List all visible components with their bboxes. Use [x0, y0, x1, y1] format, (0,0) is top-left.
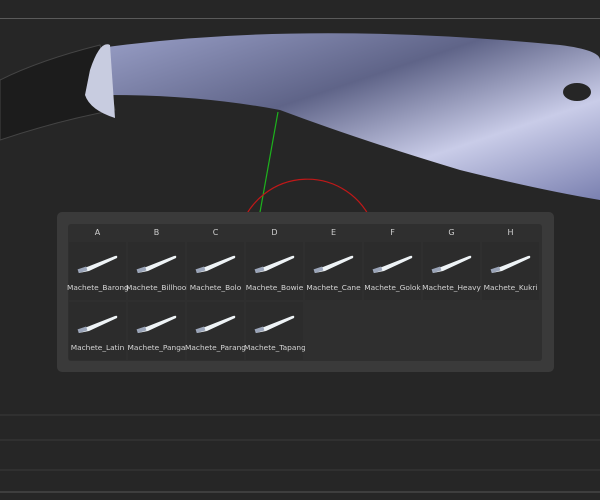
asset-item[interactable]: Machete_Barong: [67, 242, 128, 300]
asset-label: Machete_Latin: [70, 343, 125, 352]
asset-label: Machete_Bolo: [189, 283, 242, 292]
asset-item[interactable]: Machete_Billhook: [126, 242, 187, 300]
asset-item[interactable]: Machete_Panga: [128, 302, 185, 360]
machete-thumbnail-icon: [372, 255, 413, 274]
asset-label: Machete_Heavy: [422, 283, 481, 292]
asset-label: Machete_Cane: [306, 283, 361, 292]
asset-label: Machete_Panga: [127, 343, 186, 352]
machete-thumbnail-icon: [77, 315, 118, 334]
machete-thumbnail-icon: [77, 255, 118, 274]
machete-thumbnail-icon: [136, 315, 177, 334]
machete-thumbnail-icon: [136, 255, 177, 274]
machete-thumbnail-icon: [254, 255, 295, 274]
column-header-g: G: [448, 228, 455, 237]
asset-grid: A B C D E F G H Machete_Barong Machete_Billhook Ma…: [67, 224, 542, 361]
machete-thumbnail-icon: [313, 255, 354, 274]
machete-thumbnail-icon: [431, 255, 472, 274]
column-header-a: A: [94, 228, 101, 237]
column-header-c: C: [212, 228, 219, 237]
asset-label: Machete_Golok: [364, 283, 421, 292]
asset-item[interactable]: Machete_Bowie: [246, 242, 303, 300]
column-header-e: E: [330, 228, 337, 237]
asset-item[interactable]: Machete_Kukri: [482, 242, 539, 300]
asset-item[interactable]: Machete_Cane: [305, 242, 362, 300]
column-header-d: D: [271, 228, 278, 237]
asset-label: Machete_Bowie: [245, 283, 304, 292]
machete-thumbnail-icon: [490, 255, 531, 274]
column-header-b: B: [153, 228, 160, 237]
machete-thumbnail-icon: [195, 255, 236, 274]
asset-item[interactable]: Machete_Golok: [364, 242, 421, 300]
machete-thumbnail-icon: [254, 315, 295, 334]
asset-label: Machete_Barong: [67, 283, 128, 292]
asset-item[interactable]: Machete_Parang: [185, 302, 246, 360]
machete-thumbnail-icon: [195, 315, 236, 334]
floor-grid: [0, 414, 600, 493]
column-header-f: F: [390, 228, 395, 237]
asset-label: Machete_Billhook: [126, 283, 187, 292]
asset-item[interactable]: Machete_Heavy: [422, 242, 481, 300]
asset-item[interactable]: Machete_Latin: [69, 302, 126, 360]
asset-picker-panel: A B C D E F G H Machete_Barong Machete_Billhook Ma…: [57, 212, 554, 372]
asset-item[interactable]: Machete_Bolo: [187, 242, 244, 300]
asset-label: Machete_Kukri: [483, 283, 538, 292]
asset-item[interactable]: Machete_Tapang: [244, 302, 305, 360]
asset-label: Machete_Tapang: [244, 343, 305, 352]
column-header-h: H: [507, 228, 514, 237]
asset-label: Machete_Parang: [185, 343, 246, 352]
